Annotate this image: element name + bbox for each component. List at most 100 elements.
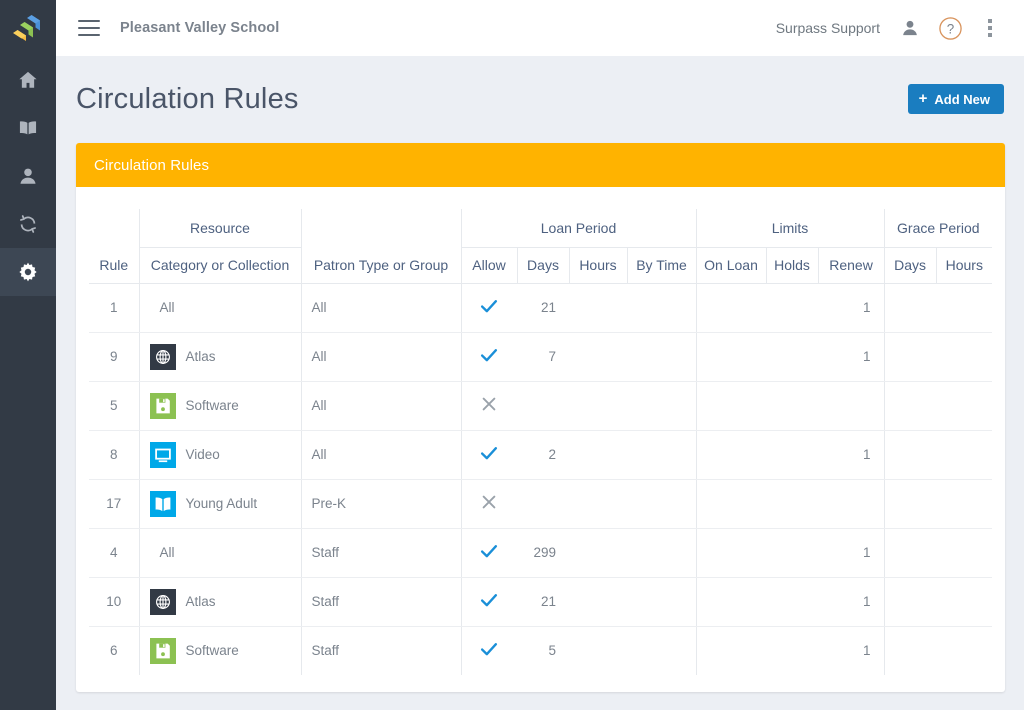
category-label: All	[159, 545, 175, 560]
cell-loan-hours	[569, 528, 627, 578]
cell-loan-hours	[569, 332, 627, 382]
person-icon	[20, 168, 36, 184]
cell-patron: Staff	[300, 577, 461, 627]
col-header-rule[interactable]: Rule	[89, 247, 139, 284]
cell-on-loan	[695, 283, 767, 333]
cell-loan-days: 7	[517, 332, 569, 382]
add-new-button[interactable]: + Add New	[907, 84, 1004, 114]
sidebar-item-settings[interactable]	[0, 248, 56, 296]
cell-category: Software	[138, 626, 301, 675]
cell-loan-hours	[569, 381, 627, 431]
col-header-patron[interactable]: Patron Type or Group	[300, 247, 461, 284]
sync-icon	[20, 215, 36, 233]
hamburger-icon[interactable]	[78, 20, 100, 36]
table-row[interactable]: 10 Atlas Staff 21 1	[89, 577, 993, 627]
plus-icon: +	[918, 89, 928, 107]
cell-grace-hours	[936, 528, 993, 578]
kebab-menu-icon	[988, 19, 992, 37]
cell-patron: All	[300, 430, 461, 480]
top-bar: Pleasant Valley School Surpass Support ?	[56, 0, 1024, 56]
cell-renew: 1	[818, 430, 885, 480]
gear-icon	[19, 262, 37, 282]
col-header-loan-hours[interactable]: Hours	[568, 247, 627, 284]
cell-rule: 8	[89, 430, 139, 480]
table-row[interactable]: 1 All All 21 1	[89, 283, 993, 333]
cell-allow	[460, 577, 517, 627]
app-logo[interactable]	[0, 0, 56, 56]
cell-rule: 6	[109, 643, 118, 659]
cell-on-loan	[695, 381, 767, 431]
cell-by-time	[627, 626, 696, 675]
group-header-grace-period: Grace Period	[883, 209, 993, 248]
home-icon	[19, 71, 37, 88]
cell-category: All	[138, 283, 301, 333]
cell-allow	[460, 430, 517, 480]
cell-holds	[766, 430, 819, 480]
col-header-loan-days[interactable]: Days	[516, 247, 569, 284]
col-header-holds[interactable]: Holds	[765, 247, 819, 284]
cell-rule: 9	[89, 332, 139, 382]
cell-category: Atlas	[138, 332, 301, 382]
allow-yes	[478, 545, 500, 565]
school-name: Pleasant Valley School	[120, 20, 280, 36]
cell-holds	[766, 626, 818, 675]
book-icon	[19, 121, 37, 135]
group-header-limits: Limits	[695, 209, 885, 248]
cell-loan-hours	[569, 626, 627, 675]
col-header-renew[interactable]: Renew	[817, 247, 885, 284]
cell-allow	[460, 332, 517, 382]
sidebar-item-home[interactable]	[0, 56, 56, 104]
col-header-category[interactable]: Category or Collection	[138, 247, 301, 284]
cell-allow	[460, 381, 517, 431]
open-book-icon	[149, 490, 176, 517]
col-header-by-time[interactable]: By Time	[626, 247, 697, 284]
category-label: All	[159, 300, 175, 315]
cell-allow	[460, 479, 517, 529]
cell-on-loan	[695, 528, 767, 578]
sidebar-item-patrons[interactable]	[0, 152, 56, 200]
cell-grace-days	[883, 430, 937, 480]
cell-on-loan	[695, 626, 767, 675]
page-content: Circulation Rules + Add New Circulation …	[56, 56, 1024, 710]
cell-grace-hours	[936, 283, 993, 333]
sidebar-item-catalog[interactable]	[0, 104, 56, 152]
cell-renew: 1	[818, 283, 885, 333]
cell-loan-days: 21	[517, 283, 569, 333]
table-row[interactable]: 9 Atlas All 7 1	[89, 332, 993, 382]
col-header-allow[interactable]: Allow	[460, 247, 517, 284]
cell-on-loan	[695, 479, 767, 529]
allow-yes	[478, 349, 500, 369]
category-icon	[149, 637, 176, 664]
table-row[interactable]: 17 Young Adult Pre-K	[89, 479, 993, 529]
table-row[interactable]: 6 Software Staff 5 1	[89, 626, 992, 675]
cell-category: Atlas	[138, 577, 301, 627]
cell-loan-days: 21	[517, 577, 569, 627]
sidebar-item-circulation[interactable]	[0, 200, 56, 248]
table-row[interactable]: 8 Video All 2 1	[89, 430, 993, 480]
category-label: Young Adult	[185, 496, 258, 511]
table-row[interactable]: 4 All Staff 299 1	[89, 528, 993, 578]
sidebar	[0, 0, 56, 710]
col-header-on-loan[interactable]: On Loan	[695, 247, 767, 284]
cell-loan-days: 5	[548, 643, 556, 659]
col-header-grace-days[interactable]: Days	[883, 247, 937, 284]
account-button[interactable]	[890, 8, 930, 48]
overflow-menu-button[interactable]	[970, 8, 1010, 48]
col-header-grace-hours[interactable]: Hours	[935, 247, 993, 284]
cell-grace-days	[883, 528, 937, 578]
circulation-rules-table: Resource Loan Period Limits Grace Period…	[89, 209, 993, 675]
svg-text:?: ?	[946, 21, 953, 36]
surpass-logo-icon	[13, 15, 40, 41]
cell-loan-hours	[569, 479, 627, 529]
check-icon	[481, 545, 498, 558]
help-button[interactable]: ?	[930, 8, 970, 48]
cell-by-time	[627, 332, 697, 382]
allow-no	[479, 495, 499, 515]
cell-patron: All	[300, 381, 461, 431]
cell-by-time	[627, 479, 697, 529]
card-header: Circulation Rules	[76, 143, 1005, 187]
table-row[interactable]: 5 Software All	[89, 381, 993, 431]
cell-renew	[818, 479, 885, 529]
check-icon	[481, 594, 498, 607]
category-label: Video	[185, 447, 220, 462]
